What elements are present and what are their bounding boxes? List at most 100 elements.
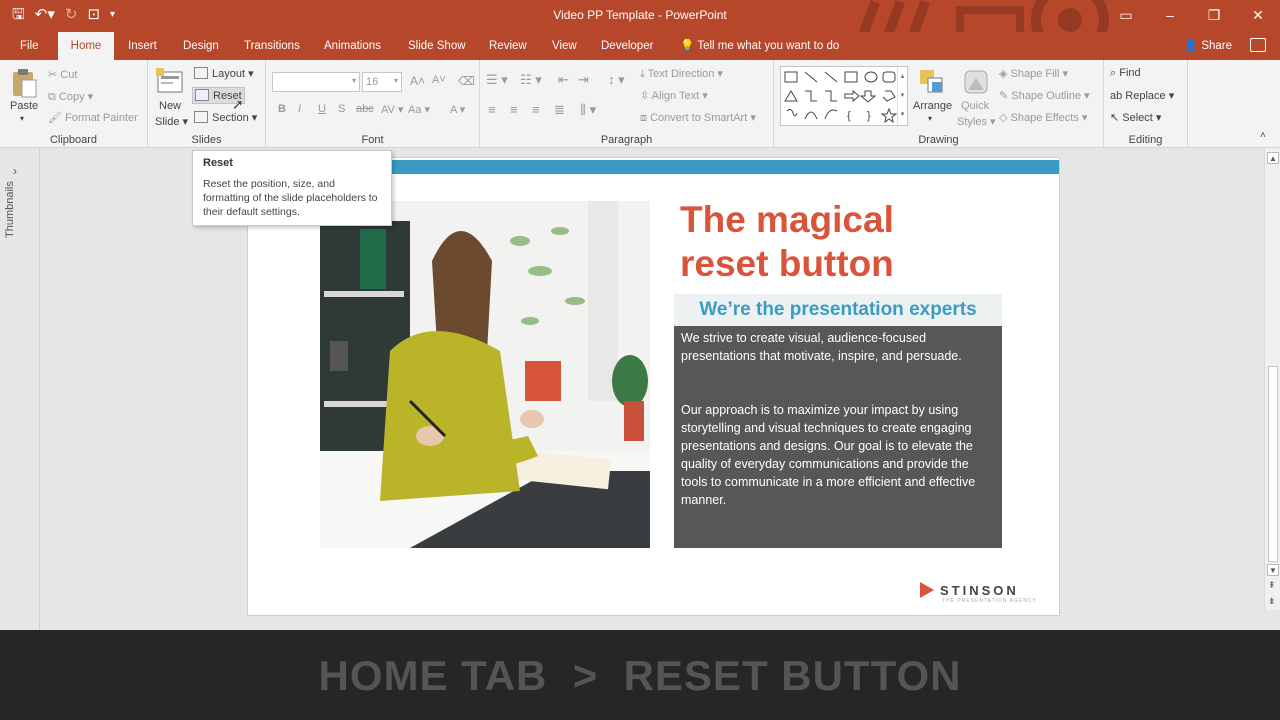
convert-smartart-button[interactable]: ⧈ Convert to SmartArt ▾ — [640, 111, 756, 125]
bullets-icon[interactable]: ☰ ▾ — [486, 72, 508, 88]
new-slide-button[interactable]: Slide ▾ — [155, 115, 188, 128]
tab-design[interactable]: Design — [173, 32, 229, 60]
tell-me-box[interactable]: 💡 Tell me what you want to do — [670, 32, 849, 60]
select-arrow-icon: ↖ — [1110, 112, 1123, 124]
cut-button[interactable]: ✂ Cut — [48, 68, 77, 81]
minimize-icon[interactable]: – — [1148, 0, 1192, 30]
copy-button[interactable]: ⧉ Copy ▾ — [48, 90, 93, 104]
paragraph-label: Paragraph — [600, 134, 653, 146]
tab-animations[interactable]: Animations — [314, 32, 391, 60]
arrange-icon[interactable] — [918, 68, 946, 98]
align-text-label: Align Text — [651, 90, 700, 102]
arrange-dropdown-icon[interactable]: ▾ — [928, 114, 932, 123]
thumbnails-label[interactable]: Thumbnails — [4, 168, 16, 238]
columns-icon[interactable]: ⫼ ▾ — [580, 102, 596, 118]
slide-body-textbox[interactable]: We strive to create visual, audience-foc… — [674, 326, 1002, 548]
justify-icon[interactable]: ≣ — [554, 102, 565, 118]
vertical-scrollbar[interactable]: ▲ ▼ ⇞ ⇟ — [1264, 148, 1280, 610]
new-slide-label-1[interactable]: New — [159, 100, 181, 112]
section-button[interactable]: Section ▾ — [194, 111, 257, 124]
increase-font-icon[interactable]: A˄ — [410, 74, 425, 88]
decrease-font-icon[interactable]: A˅ — [432, 74, 446, 86]
tab-slide-show[interactable]: Slide Show — [398, 32, 476, 60]
paste-dropdown-icon[interactable]: ▾ — [20, 114, 24, 123]
quick-styles-button[interactable]: Styles ▾ — [957, 115, 996, 128]
paste-button[interactable]: Paste — [10, 100, 38, 112]
change-case-icon[interactable]: Aa ▾ — [408, 103, 430, 116]
align-right-icon[interactable]: ≡ — [532, 102, 540, 117]
text-shadow-icon[interactable]: S — [338, 103, 345, 115]
numbering-icon[interactable]: ☷ ▾ — [520, 72, 542, 88]
align-text-button[interactable]: ⇳ Align Text ▾ — [640, 89, 708, 102]
find-icon: ⌕ — [1110, 67, 1120, 79]
italic-icon[interactable]: I — [298, 103, 301, 115]
scissors-icon: ✂ — [48, 69, 61, 81]
ribbon-display-options-icon[interactable]: ▭ — [1104, 0, 1148, 30]
window-controls: ▭ – ❐ ✕ — [1104, 0, 1280, 30]
lightbulb-icon: 💡 — [680, 40, 695, 52]
pen-icon: ✎ — [999, 90, 1012, 102]
drawing-label: Drawing — [918, 134, 959, 146]
convert-smartart-label: Convert to SmartArt — [650, 112, 748, 124]
scroll-down-icon[interactable]: ▼ — [1267, 564, 1279, 576]
font-color-icon[interactable]: A ▾ — [450, 103, 465, 116]
shapes-gallery-scroll[interactable]: ▴ ▾ ▾ — [897, 67, 907, 125]
quick-styles-label-2: Styles — [957, 116, 987, 128]
tab-developer[interactable]: Developer — [591, 32, 663, 60]
new-slide-icon[interactable] — [156, 68, 184, 98]
close-icon[interactable]: ✕ — [1236, 0, 1280, 30]
shape-outline-button[interactable]: ✎ Shape Outline ▾ — [999, 89, 1090, 102]
tab-insert[interactable]: Insert — [118, 32, 167, 60]
tab-home[interactable]: Home — [58, 32, 114, 60]
text-direction-icon: ⤓ — [640, 68, 648, 80]
increase-indent-icon[interactable]: ⇥ — [578, 72, 589, 88]
find-button[interactable]: ⌕ Find — [1110, 67, 1141, 80]
shape-fill-button[interactable]: ◈ Shape Fill ▾ — [999, 67, 1068, 80]
align-left-icon[interactable]: ≡ — [488, 102, 496, 117]
slide-title[interactable]: The magical reset button — [680, 198, 1020, 286]
restore-icon[interactable]: ❐ — [1192, 0, 1236, 30]
woman-at-desk-image — [320, 201, 650, 548]
bold-icon[interactable]: B — [278, 103, 286, 115]
font-name-combobox[interactable]: ▾ — [272, 72, 360, 92]
share-button[interactable]: 👤 Share — [1184, 32, 1232, 60]
new-slide-label-2: Slide — [155, 116, 180, 128]
decrease-indent-icon[interactable]: ⇤ — [558, 72, 569, 88]
select-button[interactable]: ↖ Select ▾ — [1110, 111, 1161, 124]
previous-slide-icon[interactable]: ⇞ — [1268, 580, 1276, 591]
slides-group: New Slide ▾ Layout ▾ Reset ➚ Section ▾ S… — [148, 60, 266, 148]
slide-subtitle[interactable]: We’re the presentation experts — [674, 294, 1002, 326]
brush-icon: 🖌 — [48, 112, 66, 124]
format-painter-label: Format Painter — [65, 112, 138, 124]
clear-formatting-icon[interactable]: ⌫ — [458, 74, 475, 88]
quick-styles-icon[interactable] — [962, 68, 990, 98]
character-spacing-icon[interactable]: AV ▾ — [381, 103, 403, 116]
strikethrough-icon[interactable]: abc — [356, 103, 374, 115]
shape-effects-button[interactable]: ◇ Shape Effects ▾ — [999, 111, 1087, 124]
font-size-combobox[interactable]: 16 ▾ — [362, 72, 402, 92]
format-painter-button[interactable]: 🖌 Format Painter — [48, 111, 138, 124]
comments-icon[interactable] — [1250, 38, 1266, 52]
tab-review[interactable]: Review — [479, 32, 537, 60]
section-label: Section — [212, 112, 249, 124]
replace-label: Replace — [1125, 90, 1166, 102]
scroll-thumb[interactable] — [1268, 366, 1278, 562]
paste-icon[interactable] — [10, 68, 38, 98]
replace-button[interactable]: ab Replace ▾ — [1110, 89, 1174, 102]
scroll-up-icon[interactable]: ▲ — [1267, 152, 1279, 164]
arrange-button[interactable]: Arrange — [913, 100, 952, 112]
next-slide-icon[interactable]: ⇟ — [1268, 596, 1276, 607]
tab-transitions[interactable]: Transitions — [234, 32, 310, 60]
text-direction-button[interactable]: ⤓ Text Direction ▾ — [640, 67, 723, 81]
shapes-gallery[interactable]: { } ▴ ▾ ▾ — [780, 66, 908, 126]
tab-view[interactable]: View — [542, 32, 587, 60]
layout-button[interactable]: Layout ▾ — [194, 67, 254, 80]
line-spacing-icon[interactable]: ↕ ▾ — [608, 72, 625, 88]
collapse-ribbon-icon[interactable]: ˄ — [1260, 130, 1266, 141]
section-icon — [194, 111, 208, 123]
underline-icon[interactable]: U — [318, 103, 326, 115]
center-icon[interactable]: ≡ — [510, 102, 518, 117]
quick-styles-label-1[interactable]: Quick — [961, 100, 989, 112]
tab-file[interactable]: File — [10, 32, 49, 60]
editing-label: Editing — [1128, 134, 1163, 146]
